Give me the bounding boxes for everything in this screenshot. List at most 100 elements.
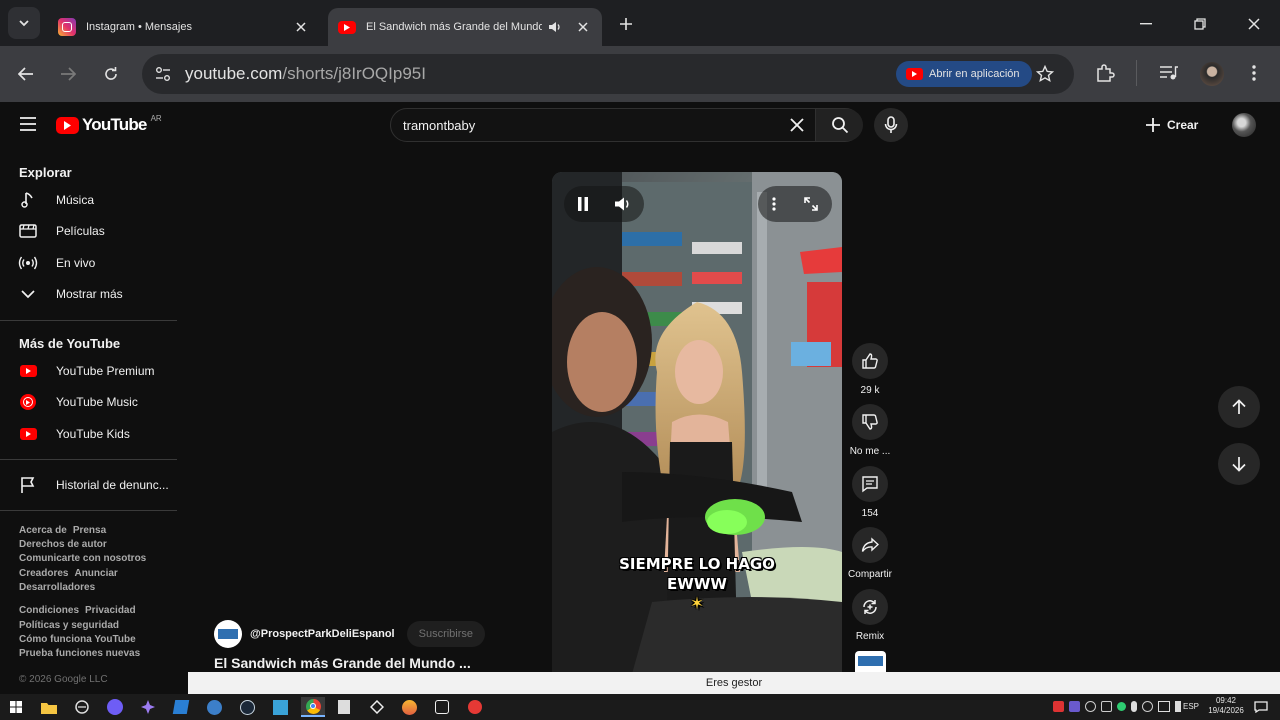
media-control-icon[interactable] (1159, 64, 1179, 82)
tab-instagram[interactable]: Instagram • Mensajes (48, 8, 320, 46)
tray-app-icon[interactable] (1053, 701, 1064, 712)
create-button[interactable]: Crear (1145, 112, 1198, 138)
dislike-button[interactable] (852, 404, 888, 440)
remix-button[interactable] (852, 589, 888, 625)
app-icon[interactable] (72, 697, 92, 717)
youtube-icon (906, 68, 923, 80)
input-language[interactable]: ESP (1183, 702, 1199, 711)
subscribe-button[interactable]: Suscribirse (406, 621, 486, 647)
footer-link[interactable]: Creadores (19, 568, 68, 579)
tray-app-icon[interactable] (1069, 701, 1080, 712)
voice-search-button[interactable] (874, 108, 908, 142)
chrome-icon[interactable] (301, 697, 325, 717)
footer-link[interactable]: Prensa (73, 525, 106, 536)
pause-icon[interactable] (576, 196, 590, 212)
app-icon[interactable] (334, 697, 354, 717)
show-more-button[interactable]: Mostrar más (0, 279, 177, 309)
short-video-player[interactable]: SIEMPRE LO HAGO EWWW ✶ (552, 172, 842, 674)
sidebar-item-youtube-music[interactable]: YouTube Music (0, 387, 177, 417)
app-icon[interactable] (432, 697, 452, 717)
volume-icon[interactable] (614, 196, 632, 212)
youtube-premium-icon (18, 361, 38, 381)
back-button[interactable] (14, 62, 38, 86)
app-icon[interactable] (367, 697, 387, 717)
speaker-icon[interactable] (542, 14, 568, 40)
video-title[interactable]: El Sandwich más Grande del Mundo ... (214, 655, 471, 671)
more-options-icon[interactable] (771, 196, 777, 212)
share-button[interactable] (852, 527, 888, 563)
fullscreen-icon[interactable] (803, 196, 819, 212)
microphone-icon[interactable] (1131, 701, 1137, 712)
close-window-button[interactable] (1242, 12, 1266, 36)
sidebar-item-music[interactable]: Música (0, 185, 177, 215)
tray-app-icon[interactable] (1085, 701, 1096, 712)
app-icon[interactable] (270, 697, 290, 717)
app-icon[interactable] (465, 697, 485, 717)
hamburger-menu-icon[interactable] (18, 116, 38, 132)
sidebar-item-report-history[interactable]: Historial de denunc... (0, 470, 177, 500)
footer-link[interactable]: Desarrolladores (19, 582, 95, 593)
footer-link[interactable]: Políticas y seguridad (19, 620, 119, 631)
sidebar-item-youtube-premium[interactable]: YouTube Premium (0, 356, 177, 386)
url-text[interactable]: youtube.com/shorts/j8IrOQIp95I (185, 64, 426, 84)
open-in-app-button[interactable]: Abrir en aplicación (896, 61, 1032, 87)
footer-link[interactable]: Privacidad (85, 605, 136, 616)
more-menu-icon[interactable] (1246, 64, 1262, 82)
close-tab-icon[interactable] (288, 14, 314, 40)
footer-link[interactable]: Condiciones (19, 605, 79, 616)
account-avatar[interactable] (1232, 113, 1256, 137)
comments-button[interactable] (852, 466, 888, 502)
sidebar-item-youtube-kids[interactable]: YouTube Kids (0, 419, 177, 449)
steam-icon[interactable] (237, 697, 257, 717)
footer-link[interactable]: Comunicarte con nosotros (19, 553, 146, 564)
extensions-icon[interactable] (1095, 63, 1115, 83)
youtube-logo[interactable]: YouTube AR (56, 113, 162, 135)
more-youtube-heading: Más de YouTube (19, 336, 121, 351)
app-icon[interactable] (204, 697, 224, 717)
file-explorer-icon[interactable] (39, 697, 59, 717)
notifications-icon[interactable] (1251, 697, 1271, 717)
new-tab-button[interactable] (614, 12, 638, 36)
site-info-icon[interactable] (154, 65, 172, 83)
previous-short-button[interactable] (1218, 386, 1260, 428)
footer-link[interactable]: Prueba funciones nuevas (19, 648, 140, 659)
footer-link[interactable]: Acerca de (19, 525, 67, 536)
search-input[interactable]: tramontbaby (403, 118, 475, 133)
tab-search-button[interactable] (8, 7, 40, 39)
channel-name[interactable]: @ProspectParkDeliEspanol (250, 628, 395, 640)
search-button[interactable] (815, 109, 863, 141)
app-icon[interactable] (399, 697, 419, 717)
channel-avatar[interactable] (214, 620, 242, 648)
network-icon[interactable] (1158, 701, 1170, 712)
bookmark-star-icon[interactable] (1036, 65, 1054, 83)
next-short-button[interactable] (1218, 443, 1260, 485)
sidebar-item-movies[interactable]: Películas (0, 216, 177, 246)
minimize-button[interactable] (1134, 12, 1158, 36)
minimize-icon (1140, 23, 1152, 25)
windows-start-icon[interactable] (6, 697, 26, 717)
tab-youtube[interactable]: El Sandwich más Grande del Mundo #prospe… (328, 8, 602, 46)
tray-app-icon[interactable] (1101, 701, 1112, 712)
tray-app-icon[interactable] (1142, 701, 1153, 712)
reload-button[interactable] (99, 62, 123, 86)
profile-avatar[interactable] (1200, 62, 1224, 86)
footer-link[interactable]: Cómo funciona YouTube (19, 634, 136, 645)
footer-link[interactable]: Anunciar (74, 568, 117, 579)
address-bar[interactable]: youtube.com/shorts/j8IrOQIp95I Abrir en … (142, 54, 1074, 94)
region-code: AR (150, 113, 162, 123)
tray-app-icon[interactable] (1117, 702, 1126, 711)
clock[interactable]: 09:42 19/4/2026 (1206, 696, 1246, 716)
app-icon[interactable] (138, 697, 158, 717)
discord-icon[interactable] (105, 697, 125, 717)
restore-button[interactable] (1188, 12, 1212, 36)
like-button[interactable] (852, 343, 888, 379)
clear-search-icon[interactable] (790, 118, 804, 132)
app-icon[interactable] (171, 697, 191, 717)
footer-link[interactable]: Derechos de autor (19, 539, 107, 550)
video-options (758, 186, 832, 222)
sidebar-item-live[interactable]: En vivo (0, 248, 177, 278)
sound-thumbnail[interactable] (855, 651, 886, 672)
search-box[interactable]: tramontbaby (390, 108, 863, 142)
close-tab-icon[interactable] (570, 14, 596, 40)
forward-button[interactable] (56, 62, 80, 86)
